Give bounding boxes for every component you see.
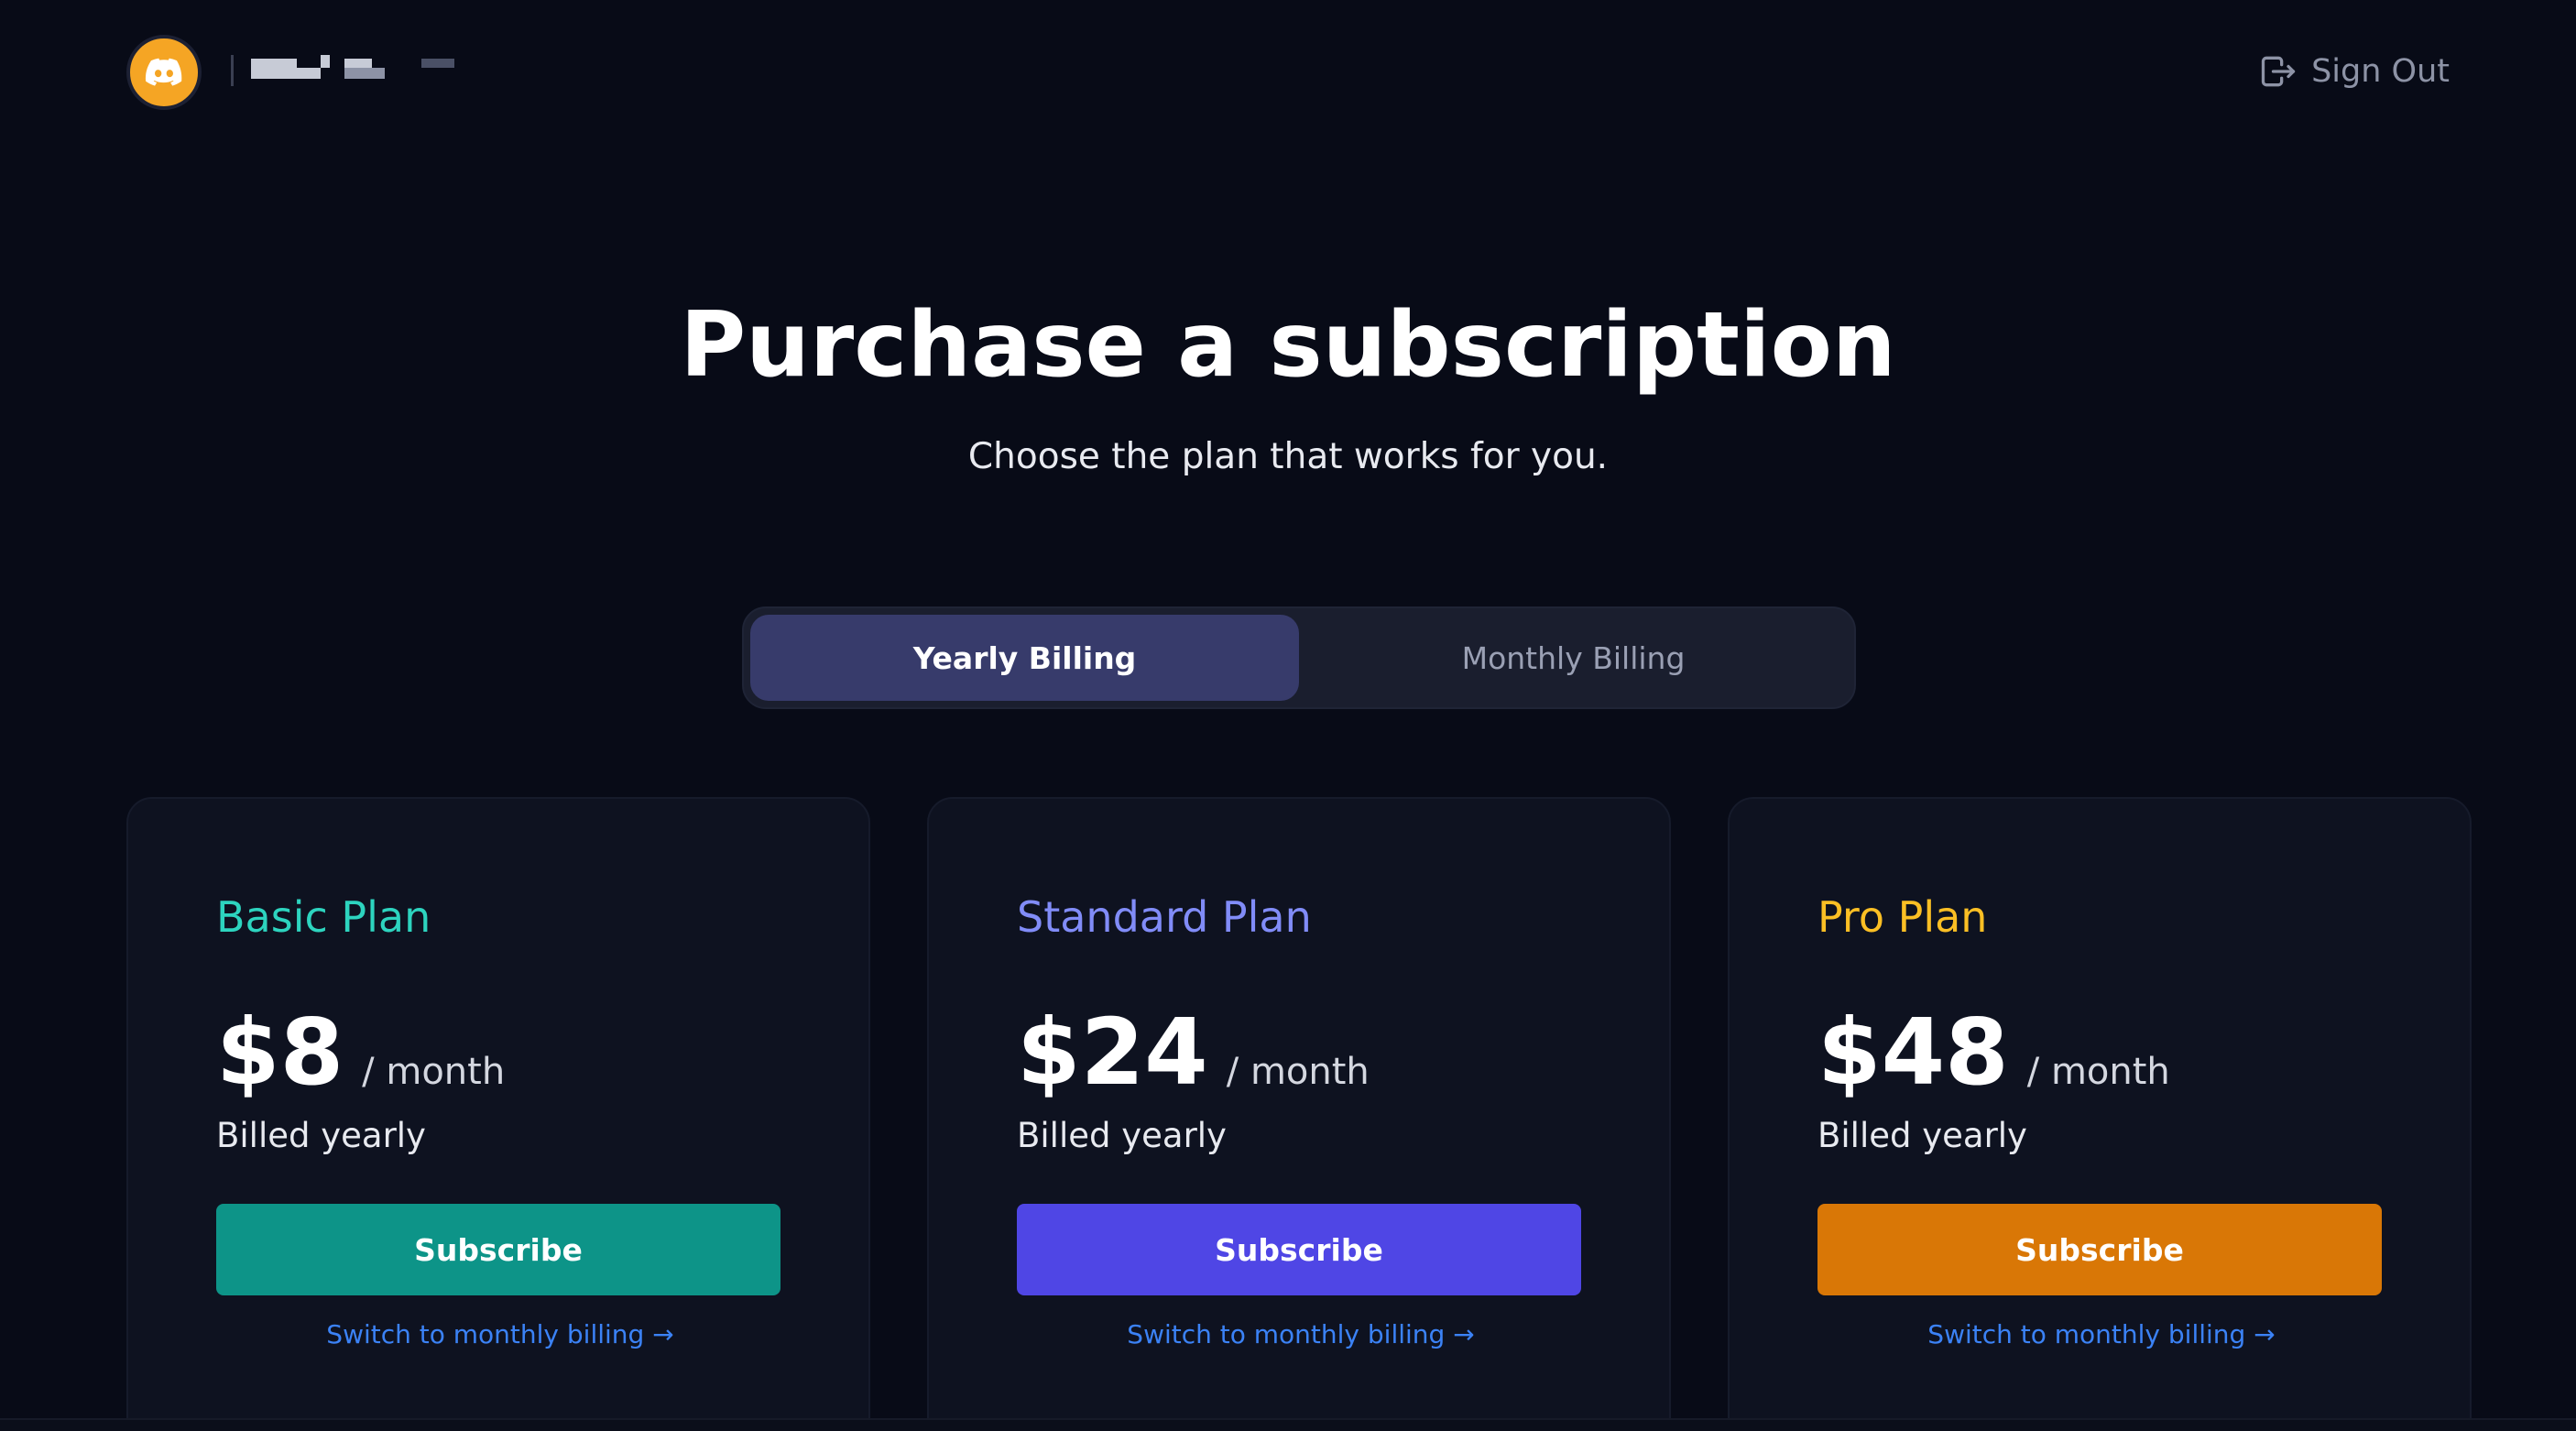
price-row: $8 / month — [216, 999, 505, 1106]
subscribe-basic-button[interactable]: Subscribe — [216, 1204, 780, 1295]
plan-price: $24 — [1017, 999, 1208, 1106]
plan-price: $48 — [1817, 999, 2009, 1106]
monthly-billing-tab[interactable]: Monthly Billing — [1299, 615, 1848, 701]
discord-logo[interactable] — [126, 35, 202, 110]
price-row: $48 / month — [1817, 999, 2170, 1106]
billing-note: Billed yearly — [216, 1116, 426, 1155]
sign-out-label: Sign Out — [2311, 53, 2450, 90]
plan-price: $8 — [216, 999, 344, 1106]
header: Sign Out — [0, 0, 2576, 147]
plan-card-basic: Basic Plan $8 / month Billed yearly Subs… — [126, 797, 870, 1431]
plan-period: / month — [362, 1051, 506, 1093]
plan-card-standard: Standard Plan $24 / month Billed yearly … — [927, 797, 1671, 1431]
switch-monthly-link[interactable]: Switch to monthly billing → — [1730, 1319, 2473, 1349]
billing-toggle: Yearly Billing Monthly Billing — [742, 606, 1856, 709]
plan-period: / month — [1226, 1051, 1370, 1093]
subscribe-standard-button[interactable]: Subscribe — [1017, 1204, 1581, 1295]
subscription-page: Sign Out Purchase a subscription Choose … — [0, 0, 2576, 1431]
page-subtitle: Choose the plan that works for you. — [967, 436, 1609, 477]
sign-out-icon — [2261, 56, 2296, 87]
redacted-brand-name — [249, 55, 469, 82]
plan-name: Pro Plan — [1817, 892, 1988, 942]
switch-monthly-link[interactable]: Switch to monthly billing → — [128, 1319, 872, 1349]
plan-period: / month — [2026, 1051, 2170, 1093]
yearly-billing-tab[interactable]: Yearly Billing — [750, 615, 1299, 701]
plan-name: Basic Plan — [216, 892, 431, 942]
page-title: Purchase a subscription — [680, 293, 1896, 398]
billing-note: Billed yearly — [1817, 1116, 2027, 1155]
subscribe-pro-button[interactable]: Subscribe — [1817, 1204, 2382, 1295]
brand-divider — [231, 55, 234, 86]
billing-note: Billed yearly — [1017, 1116, 1227, 1155]
sign-out-button[interactable]: Sign Out — [2258, 48, 2450, 95]
bottom-edge — [0, 1418, 2576, 1431]
discord-icon — [145, 58, 182, 86]
plan-card-pro: Pro Plan $48 / month Billed yearly Subsc… — [1728, 797, 2472, 1431]
price-row: $24 / month — [1017, 999, 1370, 1106]
plan-name: Standard Plan — [1017, 892, 1312, 942]
switch-monthly-link[interactable]: Switch to monthly billing → — [929, 1319, 1673, 1349]
